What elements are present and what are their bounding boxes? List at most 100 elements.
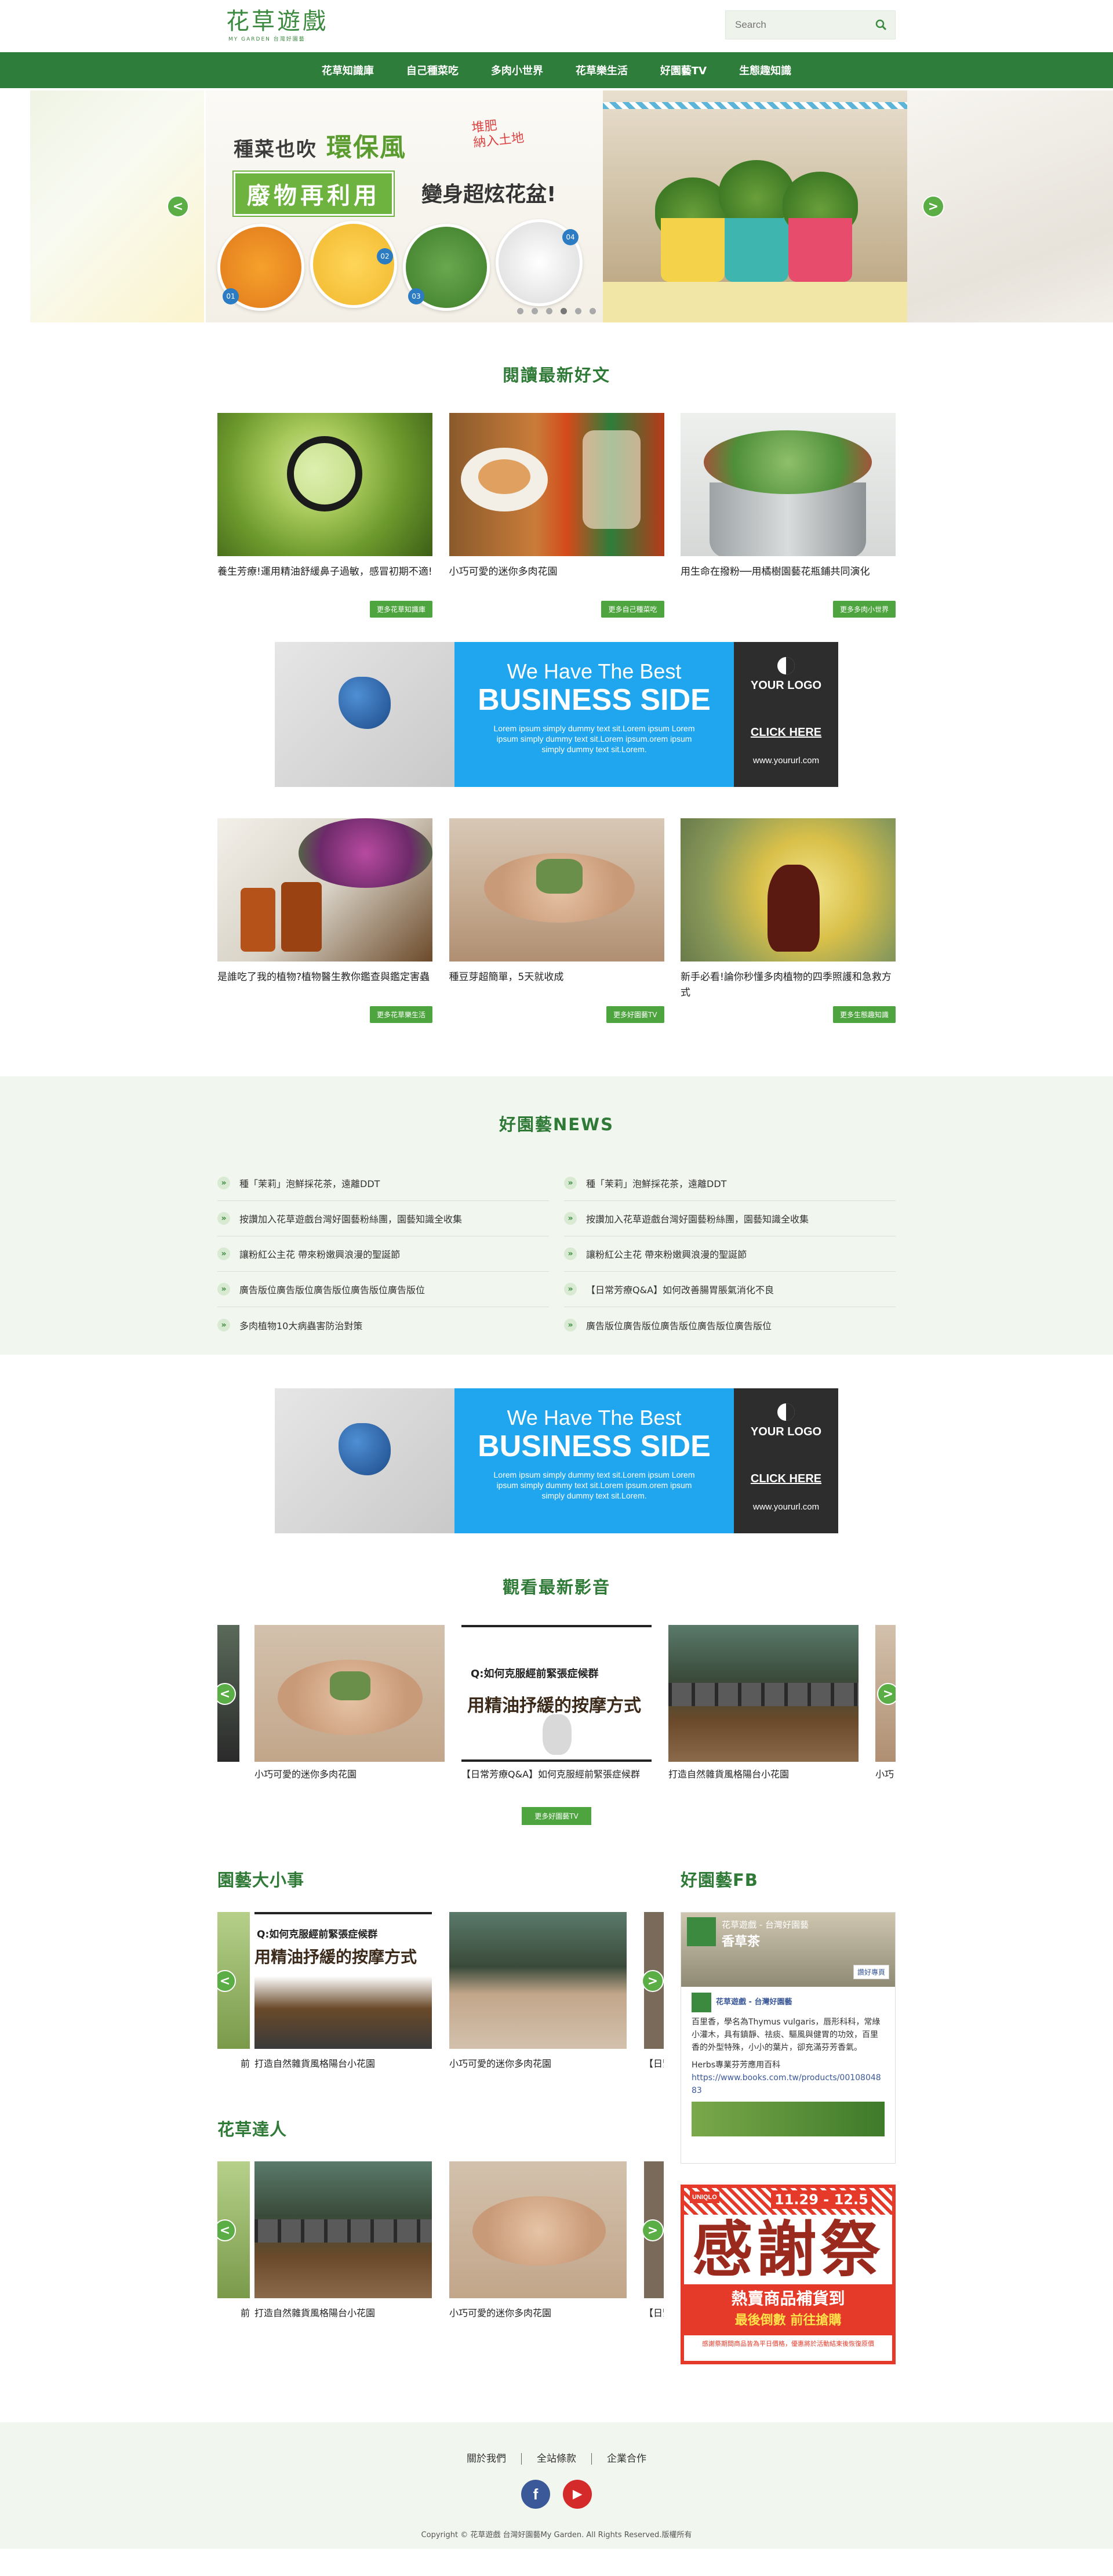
video-next-button[interactable]: > <box>877 1683 896 1705</box>
event-thumbnail[interactable] <box>449 1912 627 2049</box>
article-card[interactable]: 是誰吃了我的植物?植物醫生教你鑑查與鑑定害蟲 更多花草樂生活 <box>217 818 432 1030</box>
news-item[interactable]: » 廣告版位廣告版位廣告版位廣告版位廣告版位 <box>564 1307 896 1343</box>
search-input[interactable] <box>726 11 865 39</box>
event-title[interactable]: 【日緊張 <box>644 2057 664 2071</box>
article-title[interactable]: 用生命在撥粉──用橘樹園藝花瓶鋪共同演化 <box>681 564 896 596</box>
fb-like-button[interactable]: 讚好專頁 <box>853 1965 889 1979</box>
expert-title[interactable]: 打造自然雜貨風格陽台小花園 <box>254 2306 432 2320</box>
more-button[interactable]: 更多多肉小世界 <box>832 601 896 618</box>
carousel-dot[interactable] <box>575 308 581 314</box>
video-title[interactable]: 【日常芳療Q&A】如何克服經前緊張症候群 <box>461 1768 652 1782</box>
more-button[interactable]: 更多花草知識庫 <box>369 601 432 618</box>
hero-prev-button[interactable]: < <box>167 195 189 217</box>
article-title[interactable]: 小巧可愛的迷你多肉花園 <box>449 564 664 596</box>
ad-cta[interactable]: CLICK HERE <box>734 1472 838 1486</box>
carousel-dot[interactable] <box>546 308 552 314</box>
events-next-button[interactable]: > <box>642 1970 664 1992</box>
search-icon[interactable] <box>874 18 888 32</box>
video-thumbnail[interactable] <box>254 1625 445 1762</box>
promo-banner[interactable]: 熱賣商品補貨到 最後倒數 前往搶購 <box>684 2284 892 2335</box>
experts-next-button[interactable]: > <box>642 2219 664 2241</box>
video-title[interactable]: 打造自然雜貨風格陽台小花園 <box>668 1768 859 1782</box>
article-title[interactable]: 新手必看!論你秒懂多肉植物的四季照護和急救方式 <box>681 970 896 1001</box>
fb-page-name[interactable]: 花草遊戲 - 台灣好園藝 <box>722 1918 809 1931</box>
site-logo[interactable]: 花草遊戲 MY GARDEN 台灣好園藝 <box>226 8 330 44</box>
hero-slide[interactable]: 種菜也吹 環保風 堆肥 納入土地 廢物再利用 變身超炫花盆! 01 02 03 0… <box>206 90 907 322</box>
nav-item-tv[interactable]: 好園藝TV <box>644 63 723 78</box>
banner-ad[interactable]: We Have The Best BUSINESS SIDE Lorem ips… <box>275 1388 838 1533</box>
expert-thumbnail[interactable] <box>449 2161 627 2298</box>
video-thumbnail[interactable]: Q:如何克服經前緊張症候群 用精油抒緩的按摩方式 <box>461 1625 652 1762</box>
event-card[interactable]: Q:如何克服經前緊張症候群 用精油抒緩的按摩方式 打造自然雜貨風格陽台小花園 <box>254 1912 432 2071</box>
article-thumbnail[interactable] <box>449 818 664 962</box>
article-thumbnail[interactable] <box>681 818 896 962</box>
article-card[interactable]: 用生命在撥粉──用橘樹園藝花瓶鋪共同演化 更多多肉小世界 <box>681 413 896 625</box>
video-title[interactable]: 小巧 <box>875 1768 896 1782</box>
footer-link-business[interactable]: 企業合作 <box>592 2453 661 2465</box>
news-item[interactable]: » 按讚加入花草遊戲台灣好園藝粉絲團，園藝知識全收集 <box>564 1201 896 1236</box>
event-card[interactable]: 小巧可愛的迷你多肉花園 <box>449 1912 627 2071</box>
facebook-icon[interactable]: f <box>521 2480 550 2509</box>
expert-title[interactable]: 前 <box>217 2306 250 2320</box>
video-card[interactable]: 打造自然雜貨風格陽台小花園 <box>668 1625 859 1782</box>
nav-item-knowledge[interactable]: 花草知識庫 <box>305 63 390 78</box>
news-item[interactable]: » 讓粉紅公主花 帶來粉嫩興浪漫的聖誕節 <box>217 1236 549 1272</box>
nav-item-ecology[interactable]: 生態趣知識 <box>723 63 808 78</box>
nav-item-vegetables[interactable]: 自己種菜吃 <box>390 63 475 78</box>
article-title[interactable]: 種豆芽超簡單，5天就收成 <box>449 970 664 1001</box>
news-item[interactable]: » 按讚加入花草遊戲台灣好園藝粉絲團，園藝知識全收集 <box>217 1201 549 1236</box>
video-title[interactable]: 小巧可愛的迷你多肉花園 <box>254 1768 445 1782</box>
facebook-widget[interactable]: 花草遊戲 - 台灣好園藝 香草茶 讚好專頁 花草遊戲 - 台灣好園藝 百里香，學… <box>681 1912 896 2164</box>
article-thumbnail[interactable] <box>681 413 896 556</box>
expert-card[interactable]: 打造自然雜貨風格陽台小花園 <box>254 2161 432 2320</box>
event-title[interactable]: 小巧可愛的迷你多肉花園 <box>449 2057 627 2071</box>
carousel-dot-active[interactable] <box>561 308 567 314</box>
nav-item-lifestyle[interactable]: 花草樂生活 <box>559 63 644 78</box>
article-card[interactable]: 養生芳療!運用精油舒緩鼻子過敏，感冒初期不適! 更多花草知識庫 <box>217 413 432 625</box>
promo-ad[interactable]: UNIQLO 11.29 - 12.5 感謝祭 熱賣商品補貨到 最後倒數 前往搶… <box>681 2185 896 2364</box>
carousel-dot[interactable] <box>532 308 538 314</box>
more-button[interactable]: 更多花草樂生活 <box>369 1006 432 1023</box>
fb-post-link[interactable]: https://www.books.com.tw/products/001080… <box>692 2071 885 2097</box>
fb-post-author[interactable]: 花草遊戲 - 台灣好園藝 <box>716 1996 792 2009</box>
event-title[interactable]: 前 <box>217 2057 250 2071</box>
footer-link-terms[interactable]: 全站條款 <box>522 2453 592 2465</box>
youtube-icon[interactable]: ▶ <box>563 2480 592 2509</box>
hero-next-button[interactable]: > <box>922 195 944 217</box>
footer-link-about[interactable]: 關於我們 <box>452 2453 522 2465</box>
more-button[interactable]: 更多生態趣知識 <box>832 1006 896 1023</box>
event-title[interactable]: 打造自然雜貨風格陽台小花園 <box>254 2057 432 2071</box>
banner-ad[interactable]: We Have The Best BUSINESS SIDE Lorem ips… <box>275 642 838 787</box>
news-item[interactable]: » 多肉植物10大病蟲害防治對策 <box>217 1307 549 1343</box>
expert-thumbnail[interactable] <box>254 2161 432 2298</box>
news-item[interactable]: » 【日常芳療Q&A】如何改善腸胃脹氣消化不良 <box>564 1272 896 1307</box>
news-item[interactable]: » 種「茉莉」泡鮮採花茶，遠離DDT <box>564 1166 896 1201</box>
video-thumbnail[interactable] <box>668 1625 859 1762</box>
more-button[interactable]: 更多自己種菜吃 <box>601 601 664 618</box>
more-button[interactable]: 更多好園藝TV <box>606 1006 664 1023</box>
more-videos-button[interactable]: 更多好園藝TV <box>522 1807 591 1825</box>
expert-title[interactable]: 小巧可愛的迷你多肉花園 <box>449 2306 627 2320</box>
video-card[interactable]: 小巧可愛的迷你多肉花園 <box>254 1625 445 1782</box>
carousel-dot[interactable] <box>517 308 523 314</box>
article-title[interactable]: 養生芳療!運用精油舒緩鼻子過敏，感冒初期不適! <box>217 564 432 596</box>
video-card[interactable]: Q:如何克服經前緊張症候群 用精油抒緩的按摩方式 【日常芳療Q&A】如何克服經前… <box>461 1625 652 1782</box>
ad-cta[interactable]: CLICK HERE <box>734 726 838 739</box>
news-item[interactable]: » 廣告版位廣告版位廣告版位廣告版位廣告版位 <box>217 1272 549 1307</box>
article-card[interactable]: 種豆芽超簡單，5天就收成 更多好園藝TV <box>449 818 664 1030</box>
expert-title[interactable]: 【日緊張 <box>644 2306 664 2320</box>
double-chevron-right-icon: » <box>564 1177 577 1189</box>
article-card[interactable]: 新手必看!論你秒懂多肉植物的四季照護和急救方式 更多生態趣知識 <box>681 818 896 1030</box>
fb-post-image[interactable] <box>692 2102 885 2136</box>
article-thumbnail[interactable] <box>217 818 432 962</box>
article-thumbnail[interactable] <box>449 413 664 556</box>
article-thumbnail[interactable] <box>217 413 432 556</box>
article-card[interactable]: 小巧可愛的迷你多肉花園 更多自己種菜吃 <box>449 413 664 625</box>
news-item[interactable]: » 種「茉莉」泡鮮採花茶，遠離DDT <box>217 1166 549 1201</box>
article-title[interactable]: 是誰吃了我的植物?植物醫生教你鑑查與鑑定害蟲 <box>217 970 432 1001</box>
event-thumbnail[interactable]: Q:如何克服經前緊張症候群 用精油抒緩的按摩方式 <box>254 1912 432 2049</box>
news-item[interactable]: » 讓粉紅公主花 帶來粉嫩興浪漫的聖誕節 <box>564 1236 896 1272</box>
nav-item-succulents[interactable]: 多肉小世界 <box>475 63 559 78</box>
expert-card[interactable]: 小巧可愛的迷你多肉花園 <box>449 2161 627 2320</box>
carousel-dot[interactable] <box>590 308 596 314</box>
